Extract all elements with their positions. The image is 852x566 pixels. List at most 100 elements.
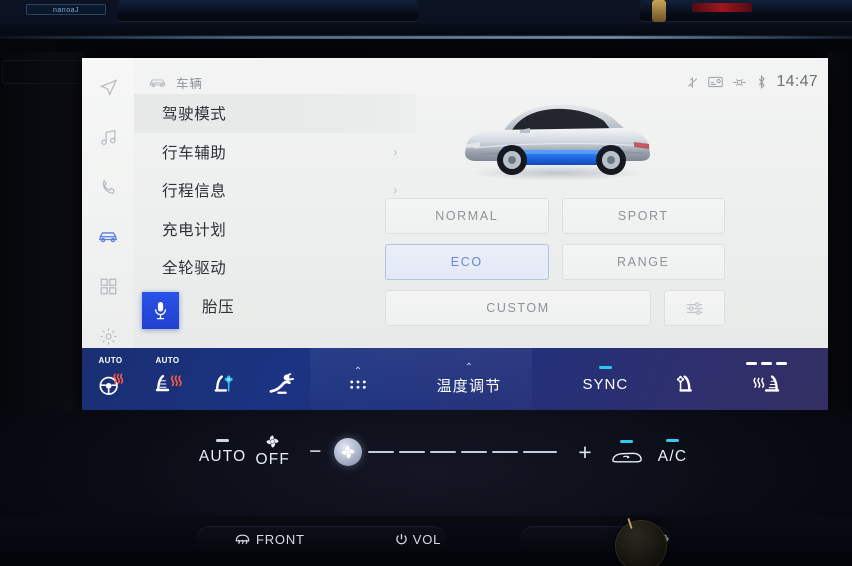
ventilated-seat-driver-button[interactable]	[196, 348, 253, 410]
settings-icon[interactable]	[93, 324, 123, 348]
sync-indicator	[598, 365, 612, 369]
microphone-icon[interactable]	[142, 292, 179, 329]
vehicle-menu-list[interactable]: 驾驶模式 行车辅助 › 行程信息 › 充电计划 › 全轮驱动	[134, 94, 416, 325]
drive-mode-normal[interactable]: NORMAL	[385, 198, 549, 234]
climate-left-controls: AUTO AUTO	[82, 348, 310, 410]
ac-label: A/C	[657, 447, 688, 465]
heated-seat-icon	[751, 372, 783, 396]
hvac-controls-row: AUTO OFF − + A/C	[196, 428, 696, 476]
card-icon[interactable]	[708, 76, 724, 88]
ventilated-seat-passenger-button[interactable]	[673, 362, 701, 396]
menu-item-trip-info[interactable]: 行程信息 ›	[134, 171, 416, 210]
recirculation-led	[620, 439, 634, 443]
chevron-up-icon: ⌃	[353, 365, 363, 377]
page-title: 车辆	[176, 77, 204, 91]
app-header: 车辆	[148, 73, 203, 92]
fan-speed-slider[interactable]	[334, 438, 558, 466]
recirculation-button[interactable]	[605, 439, 649, 465]
phone-icon[interactable]	[93, 175, 123, 199]
air-vent-left	[118, 0, 418, 22]
drive-mode-range[interactable]: RANGE	[561, 244, 725, 280]
infotainment-screenshot: nanoaJ 14:47 车辆 驾驶模式 行车辅助 › 行程信息 › 充电计划 …	[0, 0, 852, 566]
ventilated-seat-icon	[211, 372, 239, 396]
recirculation-icon	[610, 449, 644, 465]
auto-tag: AUTO	[98, 356, 123, 365]
volume-knob-marker	[627, 517, 633, 530]
menu-item-drive-mode[interactable]: 驾驶模式	[134, 94, 416, 133]
hvac-physical-panel: AUTO OFF − + A/C	[0, 410, 852, 520]
fan-decrease-button[interactable]: −	[296, 440, 334, 464]
drive-mode-eco[interactable]: ECO	[385, 244, 549, 280]
sync-label: SYNC	[582, 375, 629, 393]
heat-level-indicator	[746, 362, 788, 365]
sliders-icon[interactable]	[664, 290, 725, 326]
drive-mode-custom[interactable]: CUSTOM	[385, 290, 651, 326]
ambient-light-strip	[692, 3, 752, 12]
drive-mode-row-2: ECO RANGE	[385, 244, 725, 280]
menu-item-driving-assist[interactable]: 行车辅助 ›	[134, 133, 416, 172]
climate-bar[interactable]: AUTO AUTO ⌃ ⌃ 温度调节 SYNC	[82, 348, 828, 410]
signal-icon[interactable]	[732, 77, 747, 88]
auto-label: AUTO	[198, 447, 247, 465]
fan-off-label: OFF	[255, 451, 291, 468]
dash-badge: nanoaJ	[26, 4, 106, 15]
vehicle-icon[interactable]	[93, 225, 123, 249]
airflow-body-icon	[267, 372, 297, 396]
menu-item-label: 全轮驱动	[162, 260, 227, 278]
auto-led	[216, 438, 230, 442]
heated-steering-wheel-button[interactable]: AUTO	[82, 348, 139, 410]
heated-steering-wheel-icon	[97, 372, 124, 396]
front-defrost-label: FRONT	[256, 531, 305, 547]
navigation-icon[interactable]	[93, 76, 123, 100]
menu-item-label: 行程信息	[162, 183, 227, 201]
vent-adjuster[interactable]	[652, 0, 666, 22]
bluetooth-icon[interactable]	[756, 75, 767, 89]
auto-tag: AUTO	[155, 356, 180, 365]
clock: 14:47	[776, 73, 818, 90]
ventilated-seat-icon	[673, 372, 701, 396]
menu-item-charging-plan[interactable]: 充电计划 ›	[134, 210, 416, 249]
heated-seat-driver-button[interactable]: AUTO	[139, 348, 196, 410]
fan-slider-track[interactable]	[368, 450, 558, 454]
front-defrost-icon	[234, 532, 251, 546]
lower-console: FRONT VOL	[0, 516, 852, 566]
heated-seat-icon	[153, 372, 183, 396]
fan-increase-button[interactable]: +	[565, 439, 604, 466]
apps-icon[interactable]	[93, 275, 123, 299]
music-icon[interactable]	[93, 126, 123, 150]
volume-knob[interactable]	[615, 517, 667, 566]
volume-power-button[interactable]: VOL	[395, 532, 441, 547]
heated-seat-passenger-button[interactable]	[746, 362, 788, 396]
ac-led	[666, 438, 680, 442]
menu-item-label: 驾驶模式	[162, 106, 227, 124]
status-bar: 14:47	[686, 73, 818, 91]
car-outline-icon	[148, 76, 167, 89]
vehicle-settings-app: 14:47 车辆 驾驶模式 行车辅助 › 行程信息 › 充电计划 全轮驱动 胎压…	[82, 58, 828, 348]
airflow-mode-button[interactable]	[253, 348, 310, 410]
auto-button[interactable]: AUTO	[196, 438, 249, 466]
lower-button-row: FRONT VOL	[190, 517, 670, 566]
front-defrost-button[interactable]: FRONT	[234, 532, 305, 547]
grid-dots-icon	[349, 379, 367, 392]
mute-icon[interactable]	[686, 76, 699, 89]
drive-mode-sport[interactable]: SPORT	[561, 198, 725, 234]
drive-mode-selector[interactable]: NORMAL SPORT ECO RANGE CUSTOM	[385, 198, 725, 336]
vehicle-illustration	[432, 88, 682, 184]
climate-right-controls: SYNC	[532, 362, 828, 396]
menu-item-awd[interactable]: 全轮驱动	[134, 248, 416, 287]
power-icon	[395, 533, 408, 546]
fan-off-button[interactable]: OFF	[249, 435, 296, 469]
apps-shortcut-panel[interactable]: ⌃	[310, 348, 406, 410]
volume-label: VOL	[412, 531, 442, 547]
menu-item-label: 充电计划	[162, 221, 227, 239]
sync-button[interactable]: SYNC	[582, 365, 629, 393]
fan-slider-handle[interactable]	[334, 438, 363, 466]
drive-mode-row-1: NORMAL SPORT	[385, 198, 725, 234]
temperature-adjust-panel[interactable]: ⌃ 温度调节	[406, 348, 532, 410]
temperature-adjust-label: 温度调节	[436, 377, 502, 395]
app-rail[interactable]	[82, 58, 134, 348]
center-touchscreen[interactable]: 14:47 车辆 驾驶模式 行车辅助 › 行程信息 › 充电计划 全轮驱动 胎压…	[82, 58, 828, 410]
drive-mode-row-3: CUSTOM	[385, 290, 725, 326]
chevron-right-icon: ›	[393, 183, 398, 198]
ac-button[interactable]: A/C	[649, 438, 696, 466]
